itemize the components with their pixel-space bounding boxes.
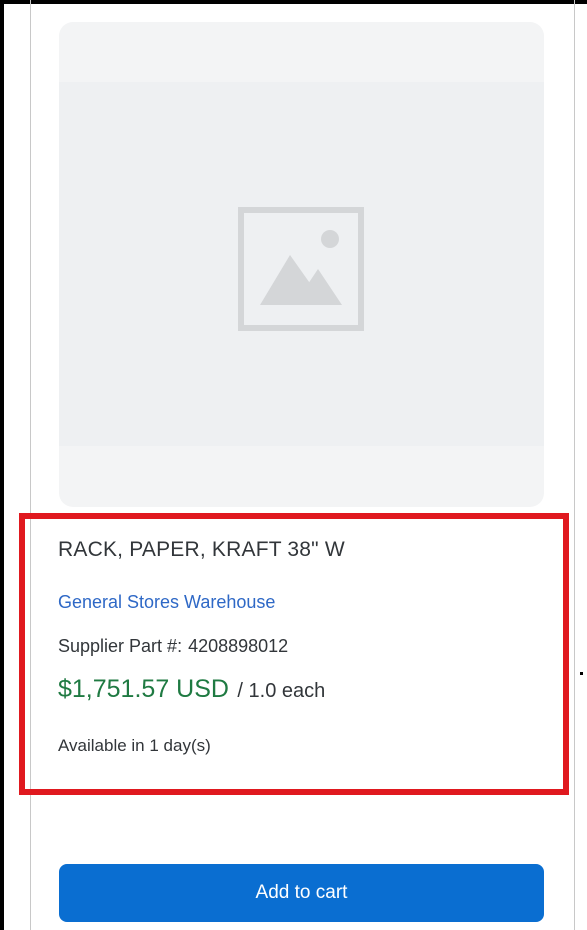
- image-placeholder-icon: [238, 207, 364, 331]
- supplier-part-number: Supplier Part #: 4208898012: [58, 636, 288, 657]
- product-title[interactable]: RACK, PAPER, KRAFT 38" W: [58, 538, 345, 562]
- screenshot-frame-top: [0, 0, 587, 4]
- product-image[interactable]: [59, 22, 544, 507]
- part-number-label: Supplier Part #:: [58, 636, 183, 656]
- add-to-cart-button[interactable]: Add to cart: [59, 864, 544, 922]
- screenshot-frame-left: [0, 0, 4, 930]
- part-number-value: 4208898012: [188, 636, 289, 656]
- price-unit: / 1.0 each: [237, 680, 326, 702]
- price-value: $1,751.57 USD: [58, 675, 229, 703]
- availability-text: Available in 1 day(s): [58, 736, 211, 755]
- cursor-mark: [580, 672, 583, 675]
- card-border-right: [574, 0, 575, 930]
- supplier-link[interactable]: General Stores Warehouse: [58, 592, 275, 613]
- price-row: $1,751.57 USD / 1.0 each: [58, 675, 325, 704]
